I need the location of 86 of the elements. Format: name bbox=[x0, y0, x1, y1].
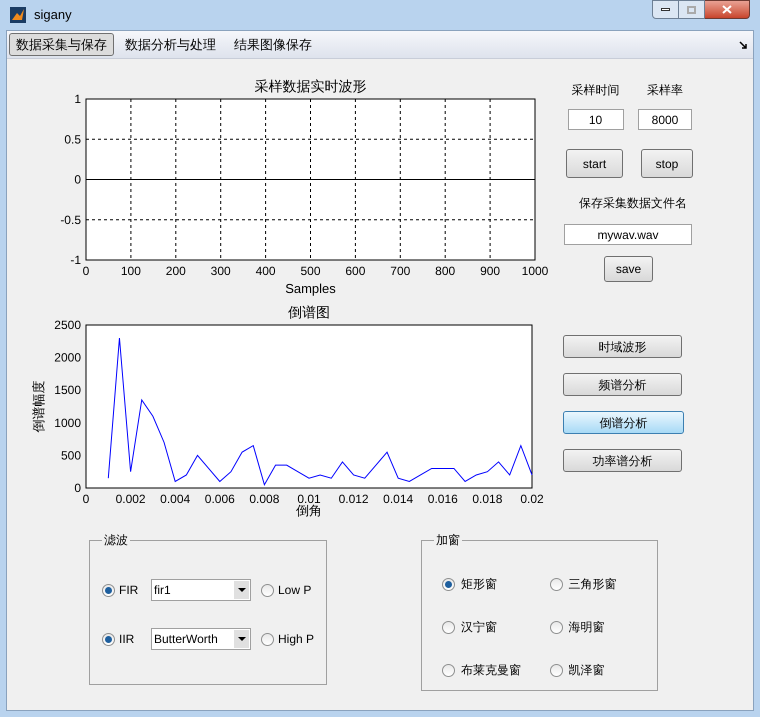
radio-button[interactable] bbox=[102, 632, 115, 646]
x-tick-label: 0 bbox=[82, 492, 90, 506]
x-tick-label: 0.018 bbox=[472, 492, 502, 506]
minimize-button[interactable] bbox=[652, 0, 679, 19]
group-title: 加窗 bbox=[435, 532, 462, 549]
x-tick-label: 0.002 bbox=[116, 492, 146, 506]
menu-item[interactable]: 数据分析与处理 bbox=[118, 33, 223, 56]
y-tick-label: 500 bbox=[60, 448, 81, 462]
x-tick-label: 0.016 bbox=[428, 492, 458, 506]
analysis-button[interactable]: 功率谱分析 bbox=[563, 449, 682, 472]
filename-field[interactable]: mywav.wav bbox=[564, 224, 692, 245]
dropdown[interactable]: ButterWorth bbox=[151, 628, 251, 650]
chart-title: 采样数据实时波形 bbox=[254, 78, 366, 94]
save-button[interactable]: save bbox=[604, 256, 653, 282]
stop-button[interactable]: stop bbox=[641, 149, 693, 178]
radio-button[interactable] bbox=[261, 632, 274, 646]
analysis-button[interactable]: 时域波形 bbox=[563, 335, 682, 358]
x-tick-label: 500 bbox=[300, 264, 321, 278]
radio-label: 矩形窗 bbox=[461, 576, 498, 593]
radio-label: Low P bbox=[278, 582, 312, 599]
menu-item[interactable]: 结果图像保存 bbox=[227, 33, 319, 56]
group-title: 滤波 bbox=[103, 532, 129, 549]
corner-arrow-icon bbox=[739, 40, 747, 48]
y-tick-label: 2500 bbox=[54, 318, 81, 332]
close-icon bbox=[722, 5, 732, 14]
y-tick-label: 1 bbox=[74, 92, 81, 106]
field-label: 采样率 bbox=[647, 82, 683, 99]
y-tick-label: 0.5 bbox=[64, 132, 81, 146]
y-tick-label: -0.5 bbox=[60, 212, 81, 227]
x-tick-label: 800 bbox=[435, 264, 456, 278]
menu-item[interactable]: 数据采集与保存 bbox=[9, 33, 114, 56]
x-tick-label: 0 bbox=[82, 264, 90, 278]
radio-button[interactable] bbox=[550, 620, 563, 634]
x-tick-label: 0.02 bbox=[520, 492, 544, 506]
y-tick-label: 0 bbox=[74, 172, 81, 186]
radio-button[interactable] bbox=[261, 584, 274, 596]
field-label: 保存采集数据文件名 bbox=[579, 195, 688, 212]
radio-label: 凯泽窗 bbox=[568, 662, 605, 679]
input-field[interactable]: 8000 bbox=[638, 109, 692, 130]
x-tick-label: 200 bbox=[166, 264, 186, 278]
radio-button[interactable] bbox=[102, 584, 115, 596]
x-axis-label: 倒角 bbox=[296, 503, 322, 518]
y-tick-label: 1000 bbox=[54, 416, 81, 430]
radio-label: IIR bbox=[119, 631, 136, 648]
x-tick-label: 900 bbox=[480, 264, 500, 278]
x-tick-label: 600 bbox=[345, 264, 366, 278]
x-tick-label: 0.01 bbox=[297, 492, 321, 506]
radio-button[interactable] bbox=[550, 578, 563, 590]
start-button[interactable]: start bbox=[566, 149, 623, 178]
radio-label: 海明窗 bbox=[568, 619, 605, 636]
window-title: sigany bbox=[34, 6, 72, 24]
y-tick-label: 0 bbox=[74, 481, 81, 495]
x-tick-label: 0.008 bbox=[249, 492, 280, 506]
analysis-button[interactable]: 倒谱分析 bbox=[563, 411, 684, 434]
radio-button[interactable] bbox=[442, 578, 456, 590]
x-tick-label: 1000 bbox=[522, 264, 548, 278]
chart-title: 倒谱图 bbox=[288, 304, 330, 320]
input-field[interactable]: 10 bbox=[568, 109, 624, 130]
radio-label: 三角形窗 bbox=[568, 576, 617, 593]
x-tick-label: 0.014 bbox=[383, 492, 414, 506]
x-tick-label: 300 bbox=[210, 264, 231, 278]
dropdown-arrow-icon bbox=[238, 637, 246, 641]
field-label: 采样时间 bbox=[572, 82, 620, 99]
y-tick-label: -1 bbox=[70, 253, 81, 267]
y-axis-label: 倒谱幅度 bbox=[31, 380, 46, 432]
radio-button[interactable] bbox=[442, 620, 456, 634]
x-axis-label: Samples bbox=[285, 281, 336, 296]
x-tick-label: 0.004 bbox=[160, 492, 190, 506]
app-logo-icon bbox=[10, 7, 26, 23]
x-tick-label: 0.012 bbox=[338, 492, 369, 506]
dropdown[interactable]: fir1 bbox=[151, 579, 251, 601]
radio-label: FIR bbox=[119, 582, 140, 599]
x-tick-label: 100 bbox=[120, 264, 141, 278]
x-tick-label: 0.006 bbox=[204, 492, 235, 506]
dropdown-arrow-icon bbox=[238, 588, 246, 592]
radio-button[interactable] bbox=[442, 664, 456, 676]
radio-label: High P bbox=[278, 631, 314, 648]
y-tick-label: 2000 bbox=[54, 350, 81, 365]
analysis-button[interactable]: 频谱分析 bbox=[563, 373, 682, 396]
x-tick-label: 700 bbox=[390, 264, 410, 278]
close-button[interactable] bbox=[705, 0, 750, 19]
radio-label: 布莱克曼窗 bbox=[461, 662, 522, 679]
radio-label: 汉宁窗 bbox=[461, 619, 498, 636]
x-tick-label: 400 bbox=[256, 264, 276, 278]
y-tick-label: 1500 bbox=[54, 383, 81, 398]
radio-button[interactable] bbox=[550, 664, 563, 676]
